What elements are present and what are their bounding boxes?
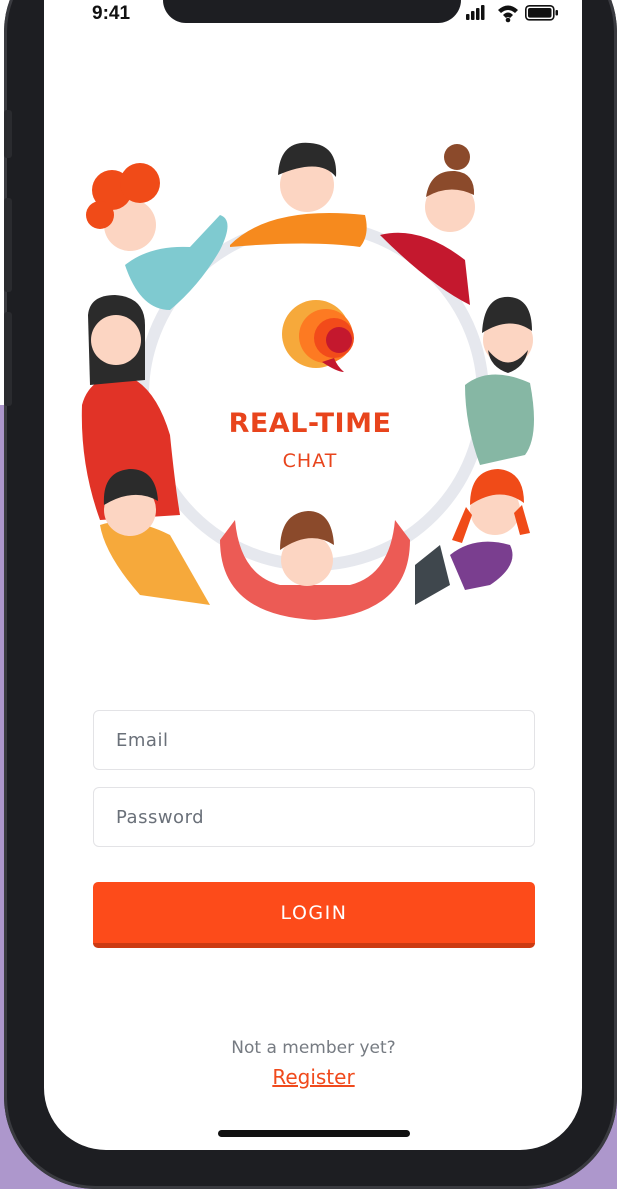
people-circle-illustration [81, 142, 534, 620]
person-bottom-right [415, 469, 530, 605]
status-icons [466, 5, 558, 23]
volume-down-button [4, 312, 12, 406]
chat-bubble-logo-icon [282, 300, 354, 372]
mute-switch [4, 110, 12, 158]
battery-icon [525, 5, 558, 21]
not-member-text: Not a member yet? [231, 1038, 396, 1058]
volume-up-button [4, 198, 12, 292]
email-field[interactable] [93, 710, 535, 770]
wifi-icon [498, 5, 518, 23]
person-top-center [230, 142, 367, 247]
signal-icon [466, 5, 485, 20]
person-bottom-center [220, 511, 410, 620]
status-time: 9:41 [92, 3, 131, 24]
person-top-left [86, 163, 228, 310]
password-field[interactable] [93, 787, 535, 847]
register-link[interactable]: Register [0, 1065, 617, 1089]
brand-subtitle: CHAT [282, 450, 338, 472]
person-right-bearded [465, 296, 534, 465]
notch [163, 0, 461, 23]
brand-title: REAL-TIME [228, 408, 392, 439]
login-button[interactable]: LOGIN [93, 882, 535, 948]
person-bottom-left [100, 469, 210, 605]
person-top-right [380, 144, 475, 305]
home-indicator[interactable] [218, 1130, 410, 1137]
